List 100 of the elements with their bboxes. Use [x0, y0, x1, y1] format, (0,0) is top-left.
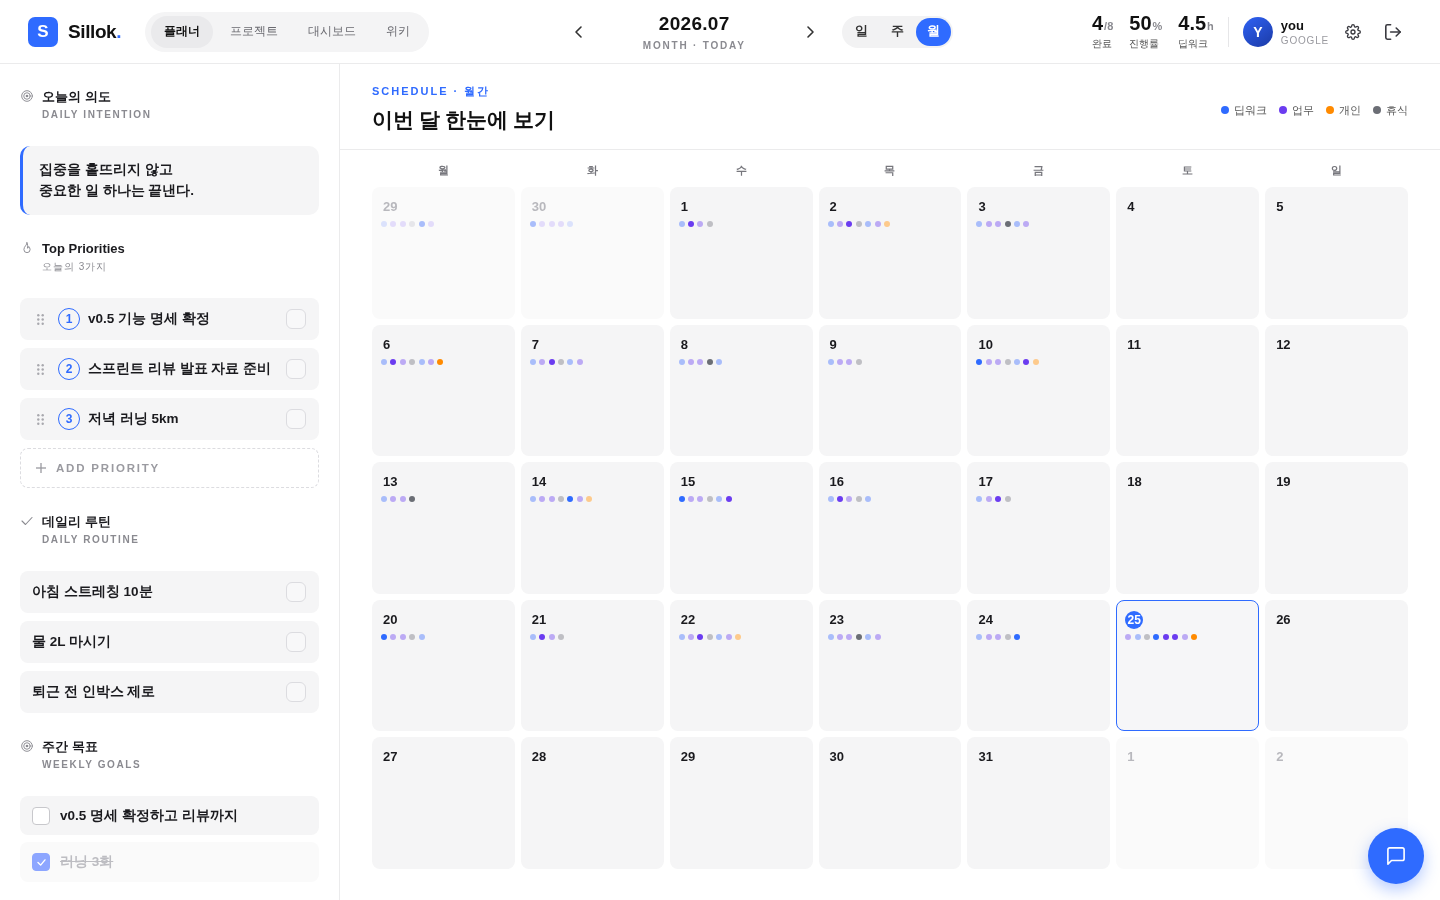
- view-tab[interactable]: 주: [880, 17, 916, 46]
- section-subtitle: 오늘의 3가지: [42, 260, 109, 273]
- stat-unit: /8: [1104, 20, 1114, 32]
- view-tab[interactable]: 일: [844, 17, 880, 46]
- logo-mark: S: [28, 16, 58, 47]
- calendar-day[interactable]: 9: [818, 324, 962, 456]
- drag-handle-icon[interactable]: [37, 363, 44, 375]
- calendar-day[interactable]: 16: [818, 462, 962, 594]
- page-title: 이번 달 한눈에 보기: [372, 107, 555, 133]
- stat-value: 4: [1091, 12, 1104, 34]
- calendar-day[interactable]: 20: [372, 599, 515, 731]
- priority-item[interactable]: 2 스프린트 리뷰 발표 자료 준비: [20, 348, 319, 390]
- priority-item[interactable]: 1 v0.5 기능 명세 확정: [20, 298, 319, 340]
- day-number: 24: [977, 610, 994, 629]
- calendar-day[interactable]: 5: [1265, 187, 1408, 319]
- nav-tab[interactable]: 프로젝트: [217, 15, 292, 48]
- calendar-day[interactable]: 21: [520, 599, 664, 731]
- day-number: 28: [530, 748, 548, 766]
- day-number: 8: [679, 335, 689, 354]
- calendar-day[interactable]: 4: [1116, 187, 1260, 319]
- day-number: 23: [828, 610, 846, 629]
- routine-label: 물 2L 마시기: [32, 633, 111, 651]
- day-number: 5: [1275, 198, 1285, 216]
- calendar-day[interactable]: 31: [967, 737, 1111, 869]
- calendar-day[interactable]: 8: [669, 324, 813, 456]
- weekday-label: 화: [585, 163, 599, 178]
- calendar-day[interactable]: 27: [372, 737, 515, 869]
- plus-icon: [36, 463, 46, 473]
- avatar[interactable]: Y: [1242, 16, 1273, 47]
- day-number: 2: [1275, 748, 1285, 766]
- nav-tab[interactable]: 대시보드: [295, 15, 370, 48]
- drag-handle-icon[interactable]: [37, 313, 44, 325]
- drag-handle-icon[interactable]: [37, 413, 44, 425]
- calendar-day[interactable]: 23: [818, 599, 962, 731]
- calendar-day[interactable]: 7: [520, 324, 664, 456]
- nav-tab[interactable]: 위키: [373, 15, 424, 48]
- checkbox[interactable]: [286, 582, 306, 602]
- calendar-day[interactable]: 6: [372, 324, 515, 456]
- day-number: 30: [530, 198, 548, 216]
- chevron-right-icon: [806, 25, 814, 38]
- routine-item[interactable]: 퇴근 전 인박스 제로: [20, 671, 319, 713]
- calendar-day[interactable]: 14: [520, 462, 664, 594]
- routine-item[interactable]: 물 2L 마시기: [20, 621, 319, 663]
- calendar-day[interactable]: 29: [669, 737, 813, 869]
- calendar-day[interactable]: 18: [1116, 462, 1260, 594]
- priority-item[interactable]: 3 저녁 러닝 5km: [20, 398, 319, 440]
- checkbox[interactable]: [286, 359, 306, 379]
- priority-label: v0.5 기능 명세 확정: [88, 310, 210, 328]
- legend-label: 휴식: [1386, 103, 1408, 117]
- flame-icon: [21, 242, 33, 254]
- section-title: 주간 목표: [42, 738, 99, 755]
- routine-label: 아침 스트레칭 10분: [32, 583, 153, 601]
- section-subtitle: DAILY ROUTINE: [42, 533, 140, 546]
- day-number: 4: [1126, 198, 1136, 216]
- calendar-day[interactable]: 22: [669, 599, 813, 731]
- calendar-day[interactable]: 2: [818, 187, 962, 319]
- calendar-day[interactable]: 1: [669, 187, 813, 319]
- calendar-day[interactable]: 17: [967, 462, 1111, 594]
- settings-icon: [1345, 23, 1361, 40]
- goal-item[interactable]: v0.5 명세 확정하고 리뷰까지: [20, 796, 319, 835]
- day-number: 17: [977, 473, 994, 491]
- section-subtitle: DAILY INTENTION: [42, 108, 152, 121]
- user-name: you: [1280, 17, 1305, 34]
- day-number: 25: [1125, 610, 1144, 629]
- checkbox[interactable]: [286, 409, 306, 429]
- checkbox[interactable]: [286, 632, 306, 652]
- day-number: 31: [977, 748, 994, 766]
- checkbox[interactable]: [286, 682, 306, 702]
- section-eyebrow: SCHEDULE · 월간: [372, 84, 492, 98]
- checkbox[interactable]: [32, 853, 50, 871]
- day-number: 20: [382, 610, 399, 629]
- view-tab[interactable]: 월: [916, 17, 952, 46]
- day-number: 12: [1275, 335, 1292, 354]
- calendar-day[interactable]: 11: [1116, 324, 1260, 456]
- calendar-day[interactable]: 28: [520, 737, 664, 869]
- calendar-day[interactable]: 15: [669, 462, 813, 594]
- nav-tab[interactable]: 플래너: [151, 15, 214, 48]
- legend-label: 딥워크: [1234, 103, 1267, 117]
- section-subtitle: WEEKLY GOALS: [42, 758, 142, 771]
- calendar-day[interactable]: 12: [1265, 324, 1408, 456]
- routine-item[interactable]: 아침 스트레칭 10분: [20, 571, 319, 613]
- calendar-day[interactable]: 25: [1116, 599, 1260, 731]
- day-number: 14: [530, 473, 548, 491]
- checkbox[interactable]: [286, 309, 306, 329]
- day-number: 27: [382, 748, 399, 766]
- calendar-day[interactable]: 24: [967, 599, 1111, 731]
- calendar-day[interactable]: 30: [818, 737, 962, 869]
- stat-unit: %: [1152, 20, 1163, 32]
- calendar-day[interactable]: 3: [967, 187, 1111, 319]
- calendar-day[interactable]: 10: [967, 324, 1111, 456]
- chevron-left-icon: [574, 25, 582, 38]
- calendar-day[interactable]: 19: [1265, 462, 1408, 594]
- day-number: 13: [382, 473, 399, 491]
- weekday-label: 수: [734, 163, 748, 178]
- routine-label: 퇴근 전 인박스 제로: [32, 683, 156, 701]
- calendar-day[interactable]: 13: [372, 462, 515, 594]
- chat-button[interactable]: [1368, 828, 1424, 884]
- checkbox[interactable]: [32, 806, 50, 825]
- target-icon: [21, 90, 33, 102]
- calendar-day[interactable]: 26: [1265, 599, 1408, 731]
